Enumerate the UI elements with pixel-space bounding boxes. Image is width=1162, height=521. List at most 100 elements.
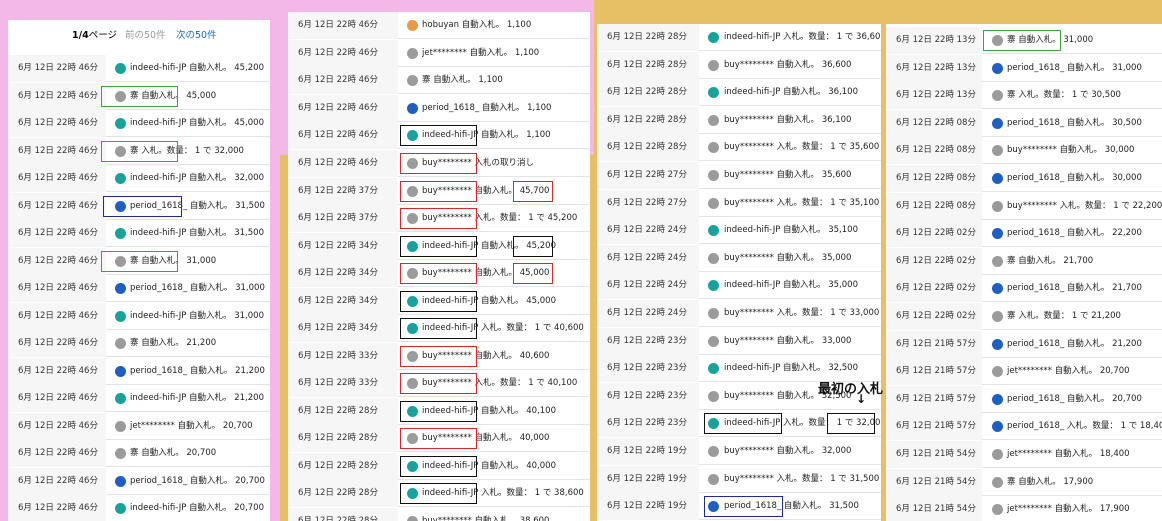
bidder-avatar-icon [115,283,126,294]
bidder-avatar-icon [708,418,719,430]
bid-text: 寨 自動入札。 20,700 [130,448,217,458]
bid-time: 6月 12日 21時 54分 [886,468,982,496]
bid-text: buy******** 自動入札。 40,000 [422,433,550,443]
bid-row: 6月 12日 21時 54分 寨 自動入札。 17,900 [886,468,1162,496]
bid-row: 6月 12日 22時 28分 indeed-hifi-JP 自動入札。 40,10… [288,397,590,425]
bidder-avatar-icon [992,338,1003,350]
bid-text: indeed-hifi-JP 入札。数量： 1 で 36,600 [724,32,881,42]
bid-time: 6月 12日 22時 46分 [8,247,106,275]
bid-row: 6月 12日 22時 27分 buy******** 入札。数量： 1 で 35,… [597,189,881,217]
bidder-avatar-icon [115,310,126,322]
bidder-avatar-icon [992,283,1003,295]
bidder-avatar-icon [708,142,719,154]
bid-row: 6月 12日 22時 28分 indeed-hifi-JP 入札。数量： 1 で … [597,24,881,51]
bidder-avatar-icon [708,170,719,181]
next-page-link[interactable]: 次の50件 [176,20,217,52]
bid-text: period_1618_ 自動入札。 21,200 [1007,338,1142,349]
bidder-avatar-icon [115,173,126,184]
bid-row: 6月 12日 22時 24分 indeed-hifi-JP 自動入札。 35,00… [597,272,881,300]
bid-text: indeed-hifi-JP 自動入札。 20,700 [130,503,264,513]
bid-row: 6月 12日 22時 33分 buy******** 入札。数量： 1 で 40,… [288,370,590,397]
bidder-avatar-icon [992,449,1003,460]
bid-text: indeed-hifi-JP 自動入札。 45,200 [130,63,264,73]
bid-text: jet******** 自動入札。 17,900 [1007,504,1130,515]
bidder-avatar-icon [407,323,418,334]
bid-text: jet******** 自動入札。 18,400 [1007,449,1130,459]
bid-text: buy******** 入札。数量： 1 で 22,200 [1007,200,1162,211]
bid-row: 6月 12日 22時 19分 buy******** 入札。数量： 1 で 31,… [597,465,881,493]
bid-row: 6月 12日 22時 46分 寨 自動入札。 20,700 [8,440,270,467]
bid-time: 6月 12日 22時 23分 [597,410,699,438]
bid-row: 6月 12日 22時 13分 寨 自動入札。 31,000 [886,27,1162,54]
bidder-avatar-icon [708,87,719,99]
bid-time: 6月 12日 22時 13分 [886,54,982,82]
bid-time: 6月 12日 22時 46分 [288,94,398,122]
bid-time: 6月 12日 22時 24分 [597,244,699,272]
bid-text: period_1618_ 自動入札。 31,000 [130,283,265,293]
bid-row: 6月 12日 22時 46分 period_1618_ 自動入札。 21,200 [8,357,270,385]
bid-time: 6月 12日 21時 57分 [886,385,982,413]
bidder-avatar-icon [992,504,1003,516]
bidder-avatar-icon [407,433,418,444]
bidder-avatar-icon [708,446,719,457]
bid-text: buy******** 自動入札。 30,000 [1007,145,1135,156]
bid-text: buy******** 自動入札。 33,000 [724,335,852,346]
bid-time: 6月 12日 22時 46分 [288,12,398,39]
bid-row: 6月 12日 21時 57分 period_1618_ 入札。数量： 1 で 18… [886,413,1162,441]
bid-row: 6月 12日 22時 28分 indeed-hifi-JP 自動入札。 36,10… [597,79,881,107]
bid-time: 6月 12日 22時 34分 [288,287,398,315]
bidder-avatar-icon [992,145,1003,157]
bid-time: 6月 12日 22時 08分 [886,165,982,192]
bid-text: period_1618_ 自動入札。 31,500 [724,501,859,512]
bid-time: 6月 12日 22時 28分 [597,106,699,134]
bid-time: 6月 12日 21時 57分 [886,330,982,358]
bid-row: 6月 12日 22時 46分 indeed-hifi-JP 自動入札。 1,100 [288,122,590,149]
bidder-avatar-icon [115,338,126,349]
bid-text: 寨 自動入札。 45,000 [130,90,217,101]
bid-time: 6月 12日 22時 28分 [597,79,699,107]
bid-text: period_1618_ 自動入札。 1,100 [422,102,552,113]
bid-time: 6月 12日 22時 08分 [886,109,982,137]
bid-row: 6月 12日 22時 02分 寨 入札。数量： 1 で 21,200 [886,303,1162,330]
bid-time: 6月 12日 22時 28分 [288,397,398,425]
bidder-avatar-icon [992,421,1003,433]
bidder-avatar-icon [115,63,126,74]
bid-row: 6月 12日 22時 46分 寨 自動入札。 31,000 [8,247,270,275]
bidder-avatar-icon [115,475,126,487]
bid-row: 6月 12日 22時 28分 buy******** 自動入札。 40,000 [288,425,590,452]
bidder-avatar-icon [407,102,418,114]
bid-time: 6月 12日 22時 24分 [597,217,699,245]
bidder-avatar-icon [407,240,418,252]
bid-row: 6月 12日 22時 28分 buy******** 自動入札。 36,100 [597,106,881,134]
bid-time: 6月 12日 22時 28分 [288,452,398,480]
bid-time: 6月 12日 22時 02分 [886,275,982,303]
bid-time: 6月 12日 22時 28分 [288,480,398,507]
bidder-avatar-icon [708,501,719,513]
bid-history-panel-4: 6月 12日 22時 28分 indeed-hifi-JP 入札。数量： 1 で … [597,24,881,521]
bid-text: period_1618_ 自動入札。 30,000 [1007,173,1142,183]
bid-time: 6月 12日 22時 28分 [597,134,699,162]
bid-time: 6月 12日 22時 34分 [288,315,398,342]
bid-text: 寨 入札。数量： 1 で 30,500 [1007,90,1121,101]
bidder-avatar-icon [115,145,126,157]
prev-page-link[interactable]: 前の50件 [125,20,166,52]
bid-row: 6月 12日 22時 46分 indeed-hifi-JP 自動入札。 32,00… [8,165,270,192]
bid-text: indeed-hifi-JP 自動入札。 31,500 [130,228,264,238]
page-indicator: 1/4ページ [72,30,118,41]
bid-text: indeed-hifi-JP 自動入札。 35,100 [724,225,858,236]
bid-row: 6月 12日 22時 28分 buy******** 自動入札。 36,600 [597,51,881,79]
bidder-avatar-icon [407,213,418,224]
bid-history-panel-1: 1/4ページ 前の50件 次の50件 6月 12日 22時 46分 indeed-… [8,20,270,521]
bid-row: 6月 12日 22時 46分 period_1618_ 自動入札。 31,500 [8,192,270,220]
bid-row: 6月 12日 21時 54分 jet******** 自動入札。 17,900 [886,496,1162,521]
bid-time: 6月 12日 22時 46分 [288,150,398,177]
bidder-avatar-icon [407,378,418,389]
bidder-avatar-icon [407,20,418,31]
down-arrow-icon: ↓ [856,392,867,406]
bidder-avatar-icon [708,252,719,264]
bidder-avatar-icon [407,405,418,417]
bid-time: 6月 12日 22時 46分 [8,412,106,440]
bid-time: 6月 12日 21時 57分 [886,413,982,441]
bid-text: period_1618_ 自動入札。 20,700 [130,475,265,486]
bid-row: 6月 12日 22時 46分 寨 入札。数量： 1 で 32,000 [8,137,270,165]
